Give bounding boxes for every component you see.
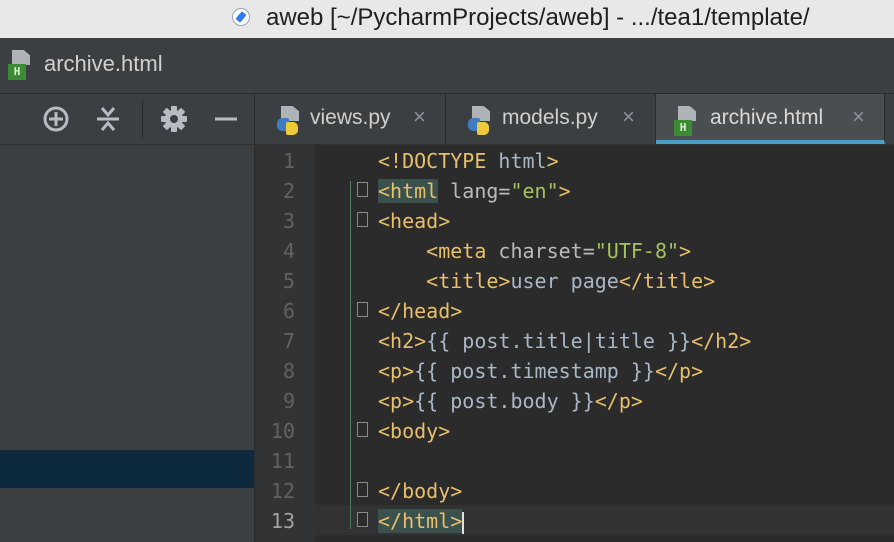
python-file-icon bbox=[277, 106, 305, 136]
code-token: html bbox=[498, 149, 547, 173]
line-number: 11 bbox=[270, 449, 295, 473]
code-line[interactable]: </body> bbox=[378, 476, 462, 506]
line-number: 7 bbox=[282, 329, 295, 353]
text-caret bbox=[462, 511, 465, 534]
fold-marker-icon[interactable] bbox=[357, 512, 368, 527]
code-token: > bbox=[679, 239, 692, 263]
line-number: 13 bbox=[270, 509, 295, 533]
window-title: aweb [~/PycharmProjects/aweb] - .../tea1… bbox=[266, 4, 810, 31]
code-token: <!DOCTYPE bbox=[378, 149, 499, 173]
code-line[interactable]: <meta charset="UTF-8"> bbox=[378, 236, 691, 266]
code-token: > bbox=[558, 179, 571, 203]
selected-tree-row[interactable] bbox=[0, 450, 254, 488]
code-token: </h2> bbox=[691, 329, 752, 353]
collapse-icon[interactable] bbox=[91, 94, 125, 144]
code-token: </p> bbox=[654, 359, 704, 383]
code-token: lang= bbox=[438, 179, 511, 203]
gear-icon[interactable] bbox=[157, 94, 191, 144]
crosshair-icon[interactable] bbox=[39, 94, 73, 144]
line-number: 3 bbox=[282, 209, 295, 233]
minimize-icon[interactable] bbox=[209, 94, 243, 144]
close-icon[interactable]: × bbox=[622, 104, 635, 130]
code-token: {{ post.title|title }} bbox=[426, 329, 692, 353]
code-token: </head> bbox=[378, 299, 463, 323]
code-token: <p> bbox=[378, 359, 415, 383]
code-line[interactable]: <title>user page</title> bbox=[378, 266, 715, 296]
code-line[interactable]: <head> bbox=[378, 206, 450, 236]
code-editor[interactable]: 1 2 3 4 5 6 7 8 9 10 11 12 13 <!DOCTYPE html> <html l… bbox=[255, 145, 894, 542]
tab-label: views.py bbox=[310, 106, 391, 129]
line-number: 5 bbox=[282, 269, 295, 293]
project-panel bbox=[0, 145, 254, 542]
code-token: <head> bbox=[378, 209, 451, 233]
window-titlebar: aweb [~/PycharmProjects/aweb] - .../tea1… bbox=[0, 0, 894, 39]
navigation-bar: H archive.html bbox=[0, 38, 894, 94]
code-token: {{ post.timestamp }} bbox=[414, 359, 655, 383]
line-number: 12 bbox=[270, 479, 295, 503]
line-number: 10 bbox=[270, 419, 295, 443]
project-toolbar bbox=[0, 94, 254, 145]
code-line[interactable]: <!DOCTYPE html> bbox=[378, 146, 559, 176]
fold-marker-icon[interactable] bbox=[357, 422, 368, 437]
code-token: <html bbox=[378, 179, 439, 203]
html-file-icon: H bbox=[674, 106, 702, 138]
close-icon[interactable]: × bbox=[413, 104, 426, 130]
code-token: "en" bbox=[510, 179, 559, 203]
code-token: charset= bbox=[486, 239, 595, 263]
code-token: > bbox=[546, 149, 559, 173]
close-icon[interactable]: × bbox=[852, 104, 865, 130]
code-token: </p> bbox=[594, 389, 643, 413]
code-token: <body> bbox=[378, 419, 451, 443]
tab-archive-html[interactable]: H archive.html × bbox=[656, 94, 885, 144]
tab-views-py[interactable]: views.py × bbox=[255, 94, 446, 144]
code-token: {{ post.body }} bbox=[414, 389, 595, 413]
tab-models-py[interactable]: models.py × bbox=[446, 94, 656, 144]
code-token: </title> bbox=[618, 269, 716, 293]
code-token: <p> bbox=[378, 389, 415, 413]
code-line[interactable]: <h2>{{ post.title|title }}</h2> bbox=[378, 326, 751, 356]
code-token: </body> bbox=[378, 479, 463, 503]
line-number: 9 bbox=[282, 389, 295, 413]
tab-label: models.py bbox=[502, 106, 598, 129]
tab-label: archive.html bbox=[710, 106, 824, 129]
fold-marker-icon[interactable] bbox=[357, 482, 368, 497]
line-number: 6 bbox=[282, 299, 295, 323]
code-line[interactable]: <body> bbox=[378, 416, 450, 446]
code-token: user page bbox=[510, 269, 619, 293]
fold-marker-icon[interactable] bbox=[357, 302, 368, 317]
html-file-icon: H bbox=[8, 50, 36, 82]
code-token: <title> bbox=[378, 269, 511, 293]
code-line[interactable]: <p>{{ post.timestamp }}</p> bbox=[378, 356, 703, 386]
line-number: 2 bbox=[282, 179, 295, 203]
line-number: 8 bbox=[282, 359, 295, 383]
code-token: <h2> bbox=[378, 329, 427, 353]
code-line[interactable]: </html> bbox=[378, 506, 465, 536]
code-line[interactable]: <html lang="en"> bbox=[378, 176, 571, 206]
code-token: </html> bbox=[378, 509, 463, 533]
fold-marker-icon[interactable] bbox=[357, 182, 368, 197]
editor-tabs: views.py × models.py × H archive.html × bbox=[255, 94, 894, 145]
line-number: 4 bbox=[282, 239, 295, 263]
code-token: <meta bbox=[378, 239, 487, 263]
python-file-icon bbox=[468, 106, 496, 136]
fold-marker-icon[interactable] bbox=[357, 212, 368, 227]
code-line[interactable]: </head> bbox=[378, 296, 462, 326]
safari-icon bbox=[232, 8, 250, 26]
toolbar-separator bbox=[142, 100, 143, 138]
line-number: 1 bbox=[282, 149, 295, 173]
line-number-gutter: 1 2 3 4 5 6 7 8 9 10 11 12 13 bbox=[255, 145, 315, 542]
fold-guide bbox=[350, 181, 351, 529]
code-token: "UTF-8" bbox=[594, 239, 680, 263]
code-line[interactable]: <p>{{ post.body }}</p> bbox=[378, 386, 643, 416]
breadcrumb-file[interactable]: archive.html bbox=[44, 51, 163, 77]
